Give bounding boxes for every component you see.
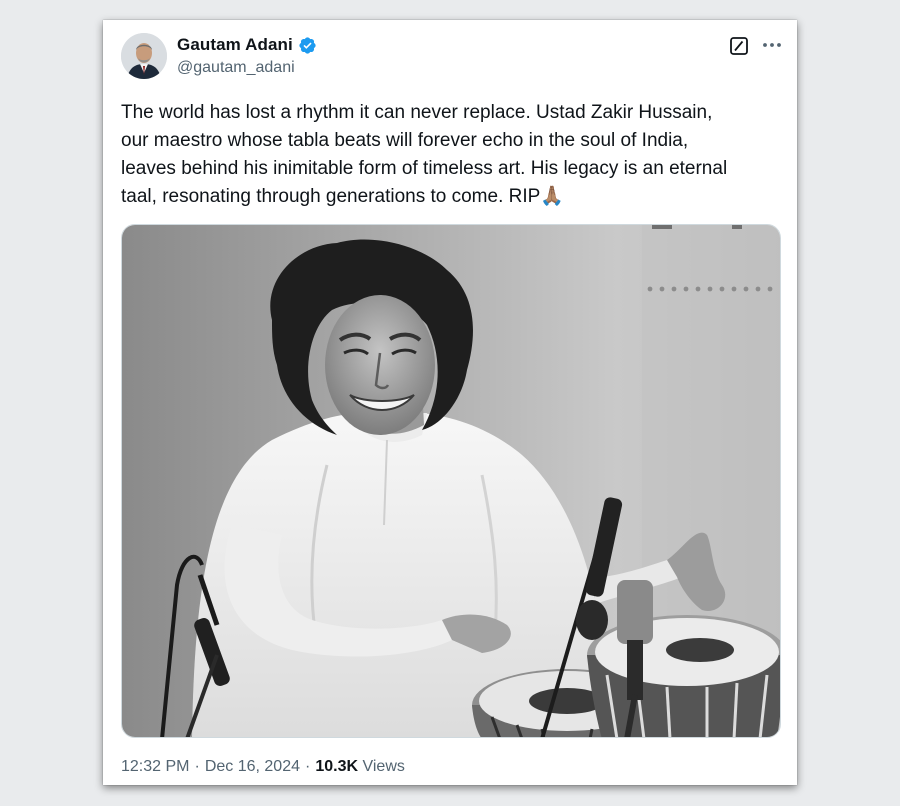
- post-image[interactable]: [121, 224, 781, 738]
- meta-separator: ·: [305, 758, 311, 775]
- verified-badge-icon: [299, 36, 316, 54]
- more-options-button[interactable]: [760, 33, 784, 57]
- views-label: Views: [362, 758, 405, 775]
- author-name-row[interactable]: Gautam Adani: [177, 35, 317, 55]
- grok-button[interactable]: [730, 37, 748, 55]
- author-name[interactable]: Gautam Adani: [177, 35, 293, 55]
- post-date[interactable]: Dec 16, 2024: [205, 758, 300, 776]
- meta-separator: ·: [194, 758, 200, 775]
- grok-icon: [730, 37, 748, 55]
- avatar[interactable]: [121, 33, 167, 79]
- tweet-card: Gautam Adani @gautam_adani The world has…: [103, 20, 797, 785]
- author-handle[interactable]: @gautam_adani: [177, 59, 295, 77]
- views-info[interactable]: 10.3K Views: [315, 758, 405, 776]
- post-time[interactable]: 12:32 PM: [121, 758, 189, 776]
- photo-of-musician-with-tabla-icon: [122, 225, 780, 737]
- views-count: 10.3K: [315, 758, 359, 775]
- more-dots-icon: [763, 43, 781, 47]
- post-text: The world has lost a rhythm it can never…: [121, 102, 728, 207]
- post-meta: 12:32 PM · Dec 16, 2024 · 10.3K Views: [121, 758, 405, 776]
